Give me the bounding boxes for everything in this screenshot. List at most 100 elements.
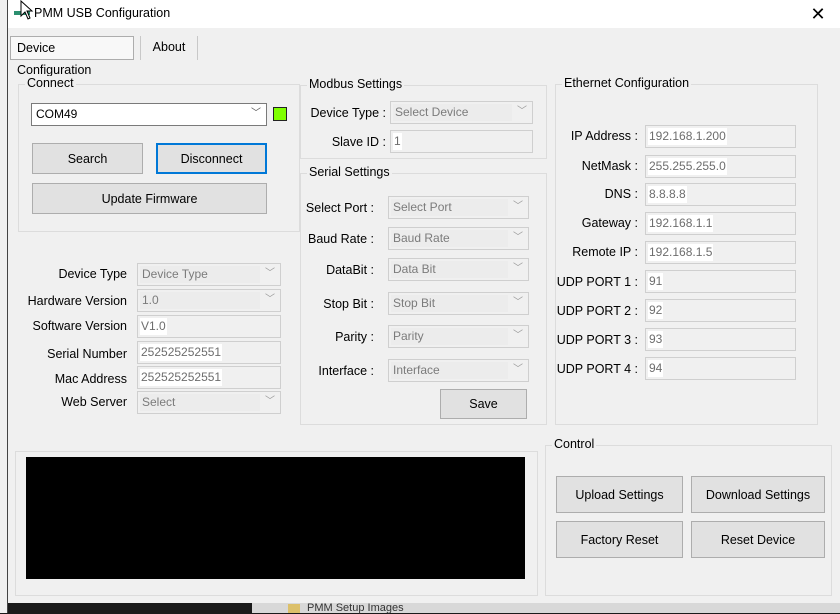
log-console[interactable] [26, 457, 525, 579]
device-type-label: Device Type [58, 267, 127, 281]
remote-ip-field[interactable]: 192.168.1.5 [645, 241, 796, 264]
modbus-settings-title: Modbus Settings [307, 77, 405, 91]
modbus-device-type-value: Select Device [393, 104, 512, 121]
modbus-device-type-label: Device Type : [310, 106, 386, 120]
databit-select[interactable]: Data Bit ﹀ [388, 258, 529, 281]
com-port-select[interactable]: COM49 ﹀ [31, 103, 267, 126]
save-button[interactable]: Save [440, 389, 527, 419]
window-title: PMM USB Configuration [34, 6, 171, 20]
software-version-label: Software Version [32, 319, 128, 333]
stop-bit-select[interactable]: Stop Bit ﹀ [388, 292, 529, 315]
mac-address-field[interactable]: 252525252551 [137, 366, 281, 389]
baud-rate-select[interactable]: Baud Rate ﹀ [388, 227, 529, 250]
udp-port-4-value: 94 [648, 360, 664, 377]
dns-field[interactable]: 8.8.8.8 [645, 183, 796, 206]
chevron-down-icon: ﹀ [513, 263, 523, 274]
connect-group-title: Connect [25, 76, 76, 90]
ip-address-label: IP Address : [570, 129, 638, 143]
modbus-device-type-select[interactable]: Select Device ﹀ [390, 101, 533, 124]
ip-address-field[interactable]: 192.168.1.200 [645, 125, 796, 148]
stop-bit-label: Stop Bit : [323, 297, 374, 311]
chevron-down-icon: ﹀ [513, 364, 523, 375]
mac-address-label: Mac Address [54, 372, 127, 386]
web-server-select[interactable]: Select ﹀ [137, 391, 281, 414]
gateway-label: Gateway : [581, 216, 638, 230]
chevron-down-icon: ﹀ [517, 106, 527, 117]
device-type-select[interactable]: Device Type ﹀ [137, 263, 281, 286]
app-window: PMM USB Configuration ✕ Device Configura… [8, 0, 840, 603]
slave-id-field[interactable]: 1 [390, 130, 533, 153]
parity-value: Parity [391, 328, 508, 345]
udp-port-2-field[interactable]: 92 [645, 299, 796, 322]
hardware-version-value: 1.0 [140, 292, 260, 309]
background-window-edge [0, 0, 8, 613]
ethernet-configuration-title: Ethernet Configuration [562, 76, 692, 90]
chevron-down-icon: ﹀ [513, 297, 523, 308]
control-title: Control [552, 437, 597, 451]
serial-settings-title: Serial Settings [307, 165, 392, 179]
device-type-value: Device Type [140, 266, 260, 283]
select-port-select[interactable]: Select Port ﹀ [388, 196, 529, 219]
upload-settings-button[interactable]: Upload Settings [556, 476, 683, 513]
ip-address-value: 192.168.1.200 [648, 128, 727, 145]
factory-reset-button[interactable]: Factory Reset [556, 521, 683, 558]
mouse-cursor-icon [20, 0, 34, 20]
netmask-label: NetMask : [581, 159, 638, 173]
slave-id-label: Slave ID : [331, 135, 386, 149]
download-settings-button[interactable]: Download Settings [691, 476, 825, 513]
chevron-down-icon: ﹀ [513, 330, 523, 341]
udp-port-3-value: 93 [648, 331, 664, 348]
web-server-value: Select [140, 394, 260, 411]
udp-port-1-value: 91 [648, 273, 664, 290]
gateway-field[interactable]: 192.168.1.1 [645, 212, 796, 235]
web-server-label: Web Server [61, 395, 127, 409]
title-bar[interactable]: PMM USB Configuration ✕ [8, 0, 840, 28]
chevron-down-icon: ﹀ [513, 201, 523, 212]
baud-rate-value: Baud Rate [391, 230, 508, 247]
netmask-field[interactable]: 255.255.255.0 [645, 155, 796, 178]
dns-label: DNS : [604, 187, 638, 201]
select-port-value: Select Port [391, 199, 508, 216]
serial-number-value: 252525252551 [140, 344, 223, 361]
tab-device-configuration[interactable]: Device Configuration [10, 36, 134, 77]
databit-label: DataBit : [326, 263, 374, 277]
reset-device-button[interactable]: Reset Device [691, 521, 825, 558]
update-firmware-button[interactable]: Update Firmware [32, 183, 267, 214]
disconnect-button[interactable]: Disconnect [156, 143, 267, 174]
serial-number-field[interactable]: 252525252551 [137, 341, 281, 364]
udp-port-2-value: 92 [648, 302, 664, 319]
background-folder-label: PMM Setup Images [307, 602, 404, 614]
search-button[interactable]: Search [32, 143, 143, 174]
stop-bit-value: Stop Bit [391, 295, 508, 312]
udp-port-4-label: UDP PORT 4 : [556, 362, 638, 376]
udp-port-4-field[interactable]: 94 [645, 357, 796, 380]
parity-select[interactable]: Parity ﹀ [388, 325, 529, 348]
remote-ip-value: 192.168.1.5 [648, 244, 714, 261]
mac-address-value: 252525252551 [140, 369, 223, 386]
chevron-down-icon: ﹀ [513, 232, 523, 243]
tab-about[interactable]: About [140, 36, 198, 60]
interface-select[interactable]: Interface ﹀ [388, 359, 529, 382]
close-icon[interactable]: ✕ [796, 0, 840, 28]
baud-rate-label: Baud Rate : [307, 232, 374, 246]
netmask-value: 255.255.255.0 [648, 158, 727, 175]
dns-value: 8.8.8.8 [648, 186, 687, 203]
hardware-version-label: Hardware Version [27, 294, 127, 308]
udp-port-3-field[interactable]: 93 [645, 328, 796, 351]
com-port-value: COM49 [34, 106, 246, 123]
select-port-label: Select Port : [305, 201, 374, 215]
remote-ip-label: Remote IP : [572, 245, 638, 259]
udp-port-1-label: UDP PORT 1 : [556, 275, 638, 289]
udp-port-1-field[interactable]: 91 [645, 270, 796, 293]
interface-label: Interface : [318, 364, 374, 378]
software-version-field[interactable]: V1.0 [137, 315, 281, 338]
gateway-value: 192.168.1.1 [648, 215, 714, 232]
software-version-value: V1.0 [140, 318, 167, 335]
parity-label: Parity : [335, 330, 374, 344]
udp-port-2-label: UDP PORT 2 : [556, 304, 638, 318]
chevron-down-icon: ﹀ [265, 294, 275, 305]
chevron-down-icon: ﹀ [265, 268, 275, 279]
slave-id-value: 1 [393, 133, 402, 150]
hardware-version-select[interactable]: 1.0 ﹀ [137, 289, 281, 312]
interface-value: Interface [391, 362, 508, 379]
